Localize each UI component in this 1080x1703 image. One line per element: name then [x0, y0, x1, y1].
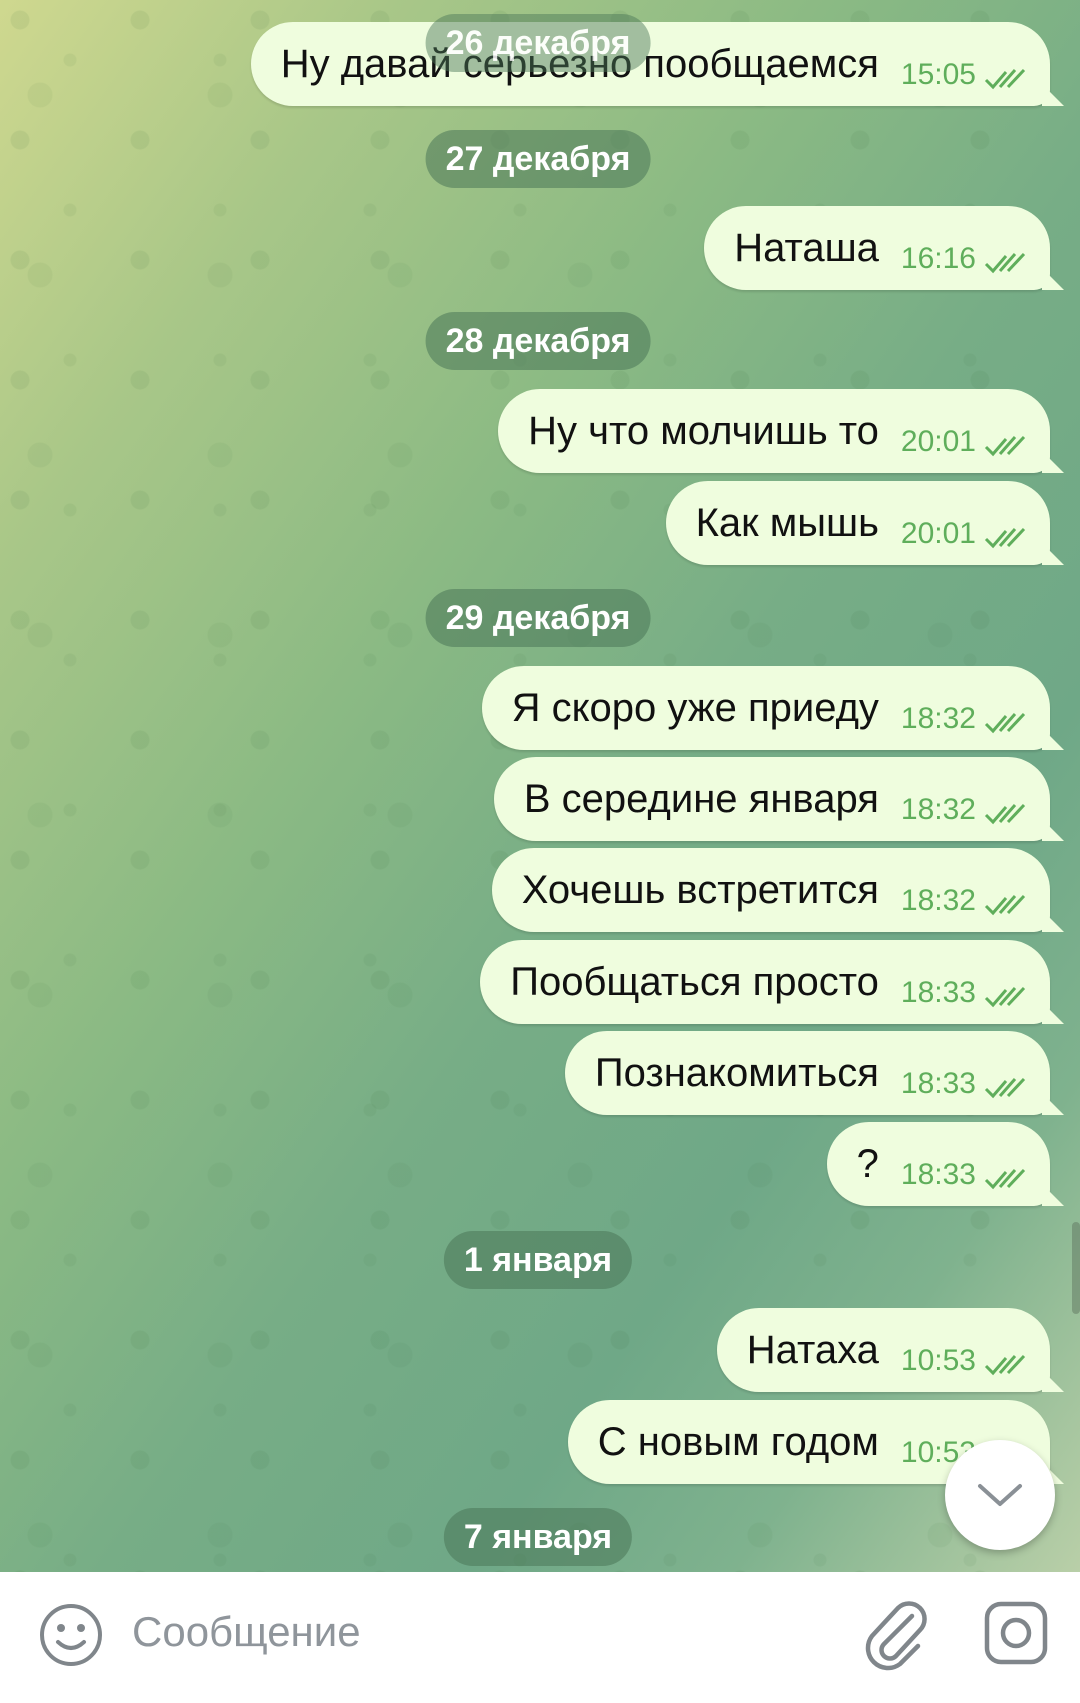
message-time: 18:33 [900, 1158, 976, 1191]
message-text: Натаха [746, 1327, 879, 1372]
date-separator: 28 декабря [425, 312, 651, 370]
message-input-bar: Сообщение [0, 1572, 1080, 1703]
camera-icon[interactable] [983, 1600, 1049, 1666]
message-time: 15:05 [900, 58, 976, 91]
date-separator: 1 января [443, 1231, 633, 1289]
read-checks-icon [984, 68, 1026, 90]
message-text: Наташа [734, 225, 879, 270]
message-bubble[interactable]: Ну давай серьезно пообщаемся 15:05 [250, 22, 1050, 106]
message-bubble[interactable]: Познакомиться 18:33 [564, 1031, 1050, 1115]
chevron-down-icon [978, 1484, 1022, 1506]
message-text: Познакомиться [594, 1050, 879, 1095]
message-bubble[interactable]: Ну что молчишь то 20:01 [498, 389, 1050, 473]
date-separator: 27 декабря [425, 130, 651, 188]
message-input[interactable]: Сообщение [132, 1608, 361, 1656]
scrollbar-thumb[interactable] [1072, 1222, 1080, 1314]
date-separator: 26 декабря [425, 14, 651, 72]
message-text: ? [856, 1141, 879, 1186]
message-time: 10:53 [900, 1344, 976, 1377]
date-separator: 29 декабря [425, 589, 651, 647]
message-bubble[interactable]: Я скоро уже приеду 18:32 [481, 666, 1050, 750]
read-checks-icon [984, 1077, 1026, 1099]
date-separator: 7 января [443, 1508, 633, 1566]
message-time: 20:01 [900, 425, 976, 458]
message-time: 20:01 [900, 517, 976, 550]
read-checks-icon [984, 712, 1026, 734]
message-bubble[interactable]: Натаха 10:53 [716, 1308, 1050, 1392]
chat-messages-area[interactable]: Ну давай серьезно пообщаемся 15:05 26 де… [0, 0, 1080, 1572]
message-bubble[interactable]: В середине января 18:32 [493, 757, 1050, 841]
message-time: 18:32 [900, 793, 976, 826]
message-text: Ну что молчишь то [528, 408, 879, 453]
scroll-down-button[interactable] [945, 1440, 1055, 1550]
message-text: Как мышь [695, 500, 879, 545]
read-checks-icon [984, 1354, 1026, 1376]
message-time: 18:33 [900, 1067, 976, 1100]
message-time: 18:32 [900, 702, 976, 735]
message-time: 16:16 [900, 242, 976, 275]
message-bubble[interactable]: Как мышь 20:01 [665, 481, 1050, 565]
message-time: 18:33 [900, 976, 976, 1009]
read-checks-icon [984, 527, 1026, 549]
message-bubble[interactable]: Наташа 16:16 [704, 206, 1050, 290]
read-checks-icon [984, 803, 1026, 825]
message-text: Хочешь встретится [521, 867, 879, 912]
read-checks-icon [984, 986, 1026, 1008]
read-checks-icon [984, 1168, 1026, 1190]
read-checks-icon [984, 252, 1026, 274]
message-text: С новым годом [597, 1419, 879, 1464]
message-bubble[interactable]: ? 18:33 [826, 1122, 1050, 1206]
message-text: Пообщаться просто [510, 959, 879, 1004]
emoji-smile-icon[interactable] [38, 1602, 104, 1668]
message-text: В середине января [523, 776, 879, 821]
message-time: 18:32 [900, 884, 976, 917]
message-text: Я скоро уже приеду [511, 685, 879, 730]
paperclip-icon[interactable] [860, 1598, 930, 1674]
read-checks-icon [984, 894, 1026, 916]
read-checks-icon [984, 435, 1026, 457]
message-bubble[interactable]: Пообщаться просто 18:33 [480, 940, 1050, 1024]
message-bubble[interactable]: Хочешь встретится 18:32 [491, 848, 1050, 932]
